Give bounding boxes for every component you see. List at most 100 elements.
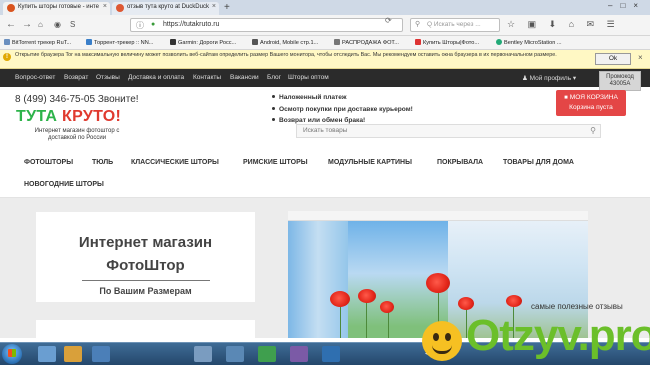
explorer-taskbar-icon[interactable]: [38, 346, 56, 362]
start-button[interactable]: [2, 344, 22, 364]
close-icon[interactable]: ×: [638, 53, 643, 62]
site-favicon-icon: [7, 4, 15, 12]
close-tab-icon[interactable]: ×: [103, 3, 107, 10]
category-link[interactable]: МОДУЛЬНЫЕ КАРТИНЫ: [328, 159, 412, 166]
profile-menu[interactable]: ♟ Мой профиль ▾: [522, 74, 576, 82]
bookmark-item[interactable]: Bentley MicroStation ...: [496, 39, 562, 46]
back-arrow-icon[interactable]: ←: [6, 19, 16, 30]
cart-button[interactable]: ■ МОЯ КОРЗИНА Корзина пуста: [556, 90, 626, 116]
info-icon[interactable]: ⓘ: [136, 20, 144, 31]
feature-item: Осмотр покупки при доставке курьером!: [272, 104, 413, 116]
reload-icon[interactable]: ⟳: [385, 16, 392, 25]
user-icon: ♟: [522, 75, 530, 82]
site-search-input[interactable]: Искать товары ⚲: [296, 124, 601, 138]
bookmarks-bar: BitTorrent трекер RuT... Торрент-трекер …: [0, 36, 650, 50]
app-taskbar-icon[interactable]: [92, 346, 110, 362]
category-link[interactable]: ПОКРЫВАЛА: [437, 159, 483, 166]
bookmark-favicon-icon: [415, 39, 421, 45]
topnav-link[interactable]: Контакты: [193, 74, 221, 81]
tor-onion-icon[interactable]: ◉: [54, 20, 61, 29]
tab-duckduckgo[interactable]: отзыв тута круто at DuckDuck ×: [112, 2, 219, 15]
site-logo[interactable]: ТУТА КРУТО!: [16, 108, 121, 126]
warning-icon: !: [3, 53, 11, 61]
toolbar-icons[interactable]: ☆ ▣ ⬇ ⌂ ✉ ☰: [507, 19, 620, 30]
bookmark-item[interactable]: BitTorrent трекер RuT...: [4, 39, 71, 46]
search-icon: ⚲: [415, 21, 421, 28]
tor-size-warning: ! Открытие браузера Tor на максимальную …: [0, 50, 650, 69]
bookmark-item[interactable]: Торрент-трекер :: NN...: [86, 39, 153, 46]
poppy-flower: [380, 301, 394, 313]
divider: [82, 280, 210, 281]
search-icon[interactable]: ⚲: [590, 126, 596, 135]
folder-taskbar-icon[interactable]: [64, 346, 82, 362]
poppy-flower: [506, 295, 522, 307]
bookmark-item[interactable]: Garmin: Дороги Росс...: [170, 39, 236, 46]
browser-taskbar-icon[interactable]: [290, 346, 308, 362]
browser-tab-bar: Купить шторы готовые - инте × отзыв тута…: [0, 0, 650, 15]
topnav-link[interactable]: Вакансии: [230, 74, 259, 81]
search-placeholder: Q Искать через ...: [427, 21, 481, 28]
close-tab-icon[interactable]: ×: [212, 3, 216, 10]
topnav-link[interactable]: Возврат: [64, 74, 88, 81]
app-taskbar-icon[interactable]: [258, 346, 276, 362]
cart-icon: ■: [564, 95, 568, 101]
window-controls[interactable]: –□×: [608, 1, 646, 10]
promo-code-badge: Промокод 43005А: [599, 71, 641, 91]
notice-text: Открытие браузера Tor на максимальную ве…: [15, 52, 557, 58]
bookmark-favicon-icon: [252, 39, 258, 45]
bookmark-favicon-icon: [4, 39, 10, 45]
site-top-nav: Вопрос-ответ Возврат Отзывы Доставка и о…: [0, 69, 650, 87]
phone-number: 8 (499) 346-75-05 Звоните!: [15, 94, 139, 105]
topnav-link[interactable]: Шторы оптом: [288, 74, 329, 81]
hero-promo-box: Интернет магазин ФотоШтор По Вашим Разме…: [36, 212, 255, 302]
curtain-left: [288, 221, 348, 338]
address-text: https://tutakruto.ru: [163, 21, 220, 28]
lock-icon: ●: [151, 21, 156, 28]
tab-title: отзыв тута круто at DuckDuck: [127, 4, 209, 10]
category-link[interactable]: НОВОГОДНИЕ ШТОРЫ: [24, 181, 104, 188]
category-link[interactable]: ТОВАРЫ ДЛЯ ДОМА: [503, 159, 574, 166]
new-tab-button[interactable]: +: [224, 2, 230, 13]
features-list: Наложенный платеж Осмотр покупки при дос…: [272, 92, 413, 127]
topnav-link[interactable]: Блог: [267, 74, 281, 81]
cart-status: Корзина пуста: [569, 104, 613, 111]
bookmark-item[interactable]: РАСПРОДАЖА ФОТ...: [334, 39, 399, 46]
bookmark-item[interactable]: Купить Шторы|Фото...: [415, 39, 479, 46]
topnav-link[interactable]: Доставка и оплата: [128, 74, 184, 81]
address-bar[interactable]: ⓘ ● https://tutakruto.ru: [130, 18, 403, 32]
ceiling: [288, 211, 588, 221]
forward-arrow-icon[interactable]: →: [22, 19, 32, 30]
app-taskbar-icon[interactable]: [322, 346, 340, 362]
home-icon[interactable]: ⌂: [38, 20, 43, 29]
category-link[interactable]: КЛАССИЧЕСКИЕ ШТОРЫ: [131, 159, 219, 166]
category-link[interactable]: РИМСКИЕ ШТОРЫ: [243, 159, 308, 166]
site-tagline: Интернет магазин фотоштор с доставкой по…: [34, 128, 120, 141]
ok-button[interactable]: Ok: [595, 53, 631, 65]
bookmark-favicon-icon: [86, 39, 92, 45]
poppy-flower: [426, 273, 450, 293]
smiley-face-icon: [422, 321, 462, 361]
cart-title: МОЯ КОРЗИНА: [569, 94, 618, 101]
category-link[interactable]: ТЮЛЬ: [92, 159, 113, 166]
bookmark-favicon-icon: [170, 39, 176, 45]
noscript-icon[interactable]: S: [70, 20, 75, 29]
tab-active[interactable]: Купить шторы готовые - инте ×: [3, 2, 110, 15]
bookmark-item[interactable]: Android, Mobile стр.1...: [252, 39, 318, 46]
topnav-link[interactable]: Вопрос-ответ: [15, 74, 55, 81]
app-taskbar-icon[interactable]: [194, 346, 212, 362]
browser-search-input[interactable]: ⚲ Q Искать через ...: [410, 18, 500, 32]
site-search-placeholder: Искать товары: [303, 127, 348, 134]
bookmark-favicon-icon: [334, 39, 340, 45]
topnav-link[interactable]: Отзывы: [96, 74, 120, 81]
watermark-caption: самые полезные отзывы: [531, 302, 623, 311]
hero-subheading: По Вашим Размерам: [99, 286, 192, 296]
tab-title: Купить шторы готовые - инте: [18, 4, 99, 10]
watermark-logo-text: Otzyv.pro: [466, 311, 650, 360]
hero-promo-box-lower: [36, 320, 255, 338]
poppy-flower: [330, 291, 350, 307]
hero-heading-line2: ФотоШтор: [106, 257, 185, 274]
bookmark-favicon-icon: [496, 39, 502, 45]
app-taskbar-icon[interactable]: [226, 346, 244, 362]
duckduckgo-favicon-icon: [116, 4, 124, 12]
category-link[interactable]: ФОТОШТОРЫ: [24, 159, 73, 166]
